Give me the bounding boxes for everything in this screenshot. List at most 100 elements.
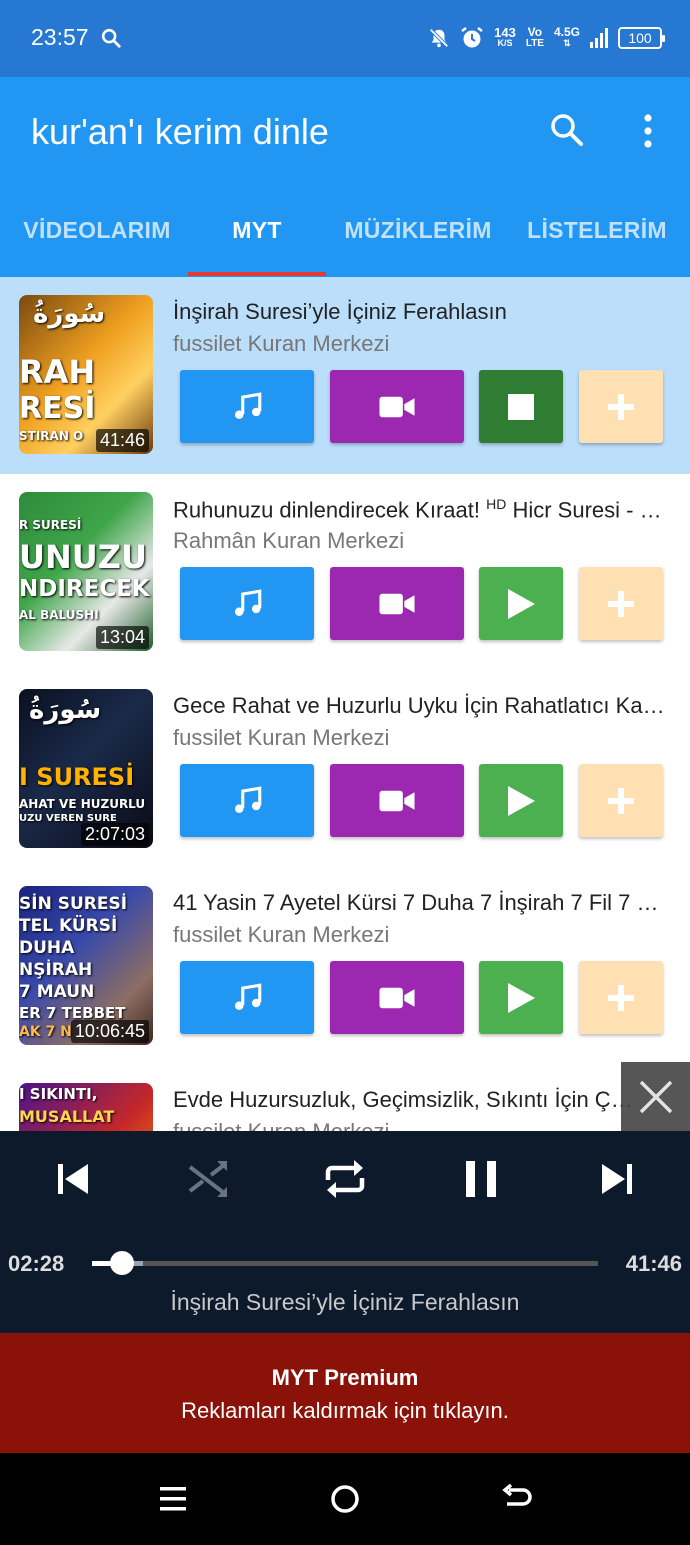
video-channel: fussilet Kuran Merkezi bbox=[173, 725, 390, 750]
close-player-button[interactable] bbox=[621, 1062, 690, 1131]
stop-icon bbox=[508, 393, 534, 420]
net-speed: 143 K/S bbox=[494, 25, 516, 48]
video-thumbnail[interactable]: سُورَةُ I SURESİ AHAT VE HUZURLU UZU VER… bbox=[19, 689, 153, 848]
search-icon[interactable] bbox=[548, 111, 584, 147]
video-title[interactable]: Gece Rahat ve Huzurlu Uyku İçin Rahatlat… bbox=[173, 693, 673, 719]
plus-icon bbox=[608, 984, 634, 1011]
plus-icon bbox=[608, 787, 634, 814]
play-audio-button[interactable] bbox=[180, 961, 314, 1034]
video-thumbnail[interactable]: SİN SURESİ TEL KÜRSİ DUHA NŞİRAH 7 MAUN … bbox=[19, 886, 153, 1045]
video-duration: 2:07:03 bbox=[80, 823, 149, 846]
next-button[interactable] bbox=[593, 1155, 641, 1203]
current-time: 02:28 bbox=[8, 1251, 65, 1276]
tab-bar: VİDEOLARIM MYT MÜZİKLERİM LİSTELERİM bbox=[0, 207, 690, 277]
previous-button[interactable] bbox=[49, 1155, 97, 1203]
app-title: kur'an'ı kerim dinle bbox=[31, 111, 329, 152]
pause-icon bbox=[466, 1161, 496, 1197]
now-playing-title: İnşirah Suresi’yle İçiniz Ferahlasın bbox=[170, 1289, 520, 1315]
add-to-list-button[interactable] bbox=[579, 370, 663, 443]
tab-listelerim[interactable]: LİSTELERİM bbox=[516, 207, 678, 277]
pause-button[interactable] bbox=[457, 1155, 505, 1203]
play-button[interactable] bbox=[479, 764, 563, 837]
volte-indicator: Vo LTE bbox=[525, 25, 544, 49]
videocam-icon bbox=[379, 593, 415, 614]
tab-videolarim[interactable]: VİDEOLARIM bbox=[14, 207, 180, 277]
video-channel: fussilet Kuran Merkezi bbox=[173, 922, 390, 947]
video-thumbnail[interactable]: R SURESİ UNUZU NDIRECEK AL BALUSHI 13:04 bbox=[19, 492, 153, 651]
plus-icon bbox=[608, 393, 634, 420]
premium-title: MYT Premium bbox=[271, 1365, 419, 1390]
video-title[interactable]: İnşirah Suresi’yle İçiniz Ferahlasın bbox=[173, 299, 673, 325]
video-title[interactable]: Evde Huzursuzluk, Geçimsizlik, Sıkıntı İ… bbox=[173, 1087, 643, 1113]
video-title[interactable]: Ruhunuzu dinlendirecek Kıraat! HD Hicr S… bbox=[173, 496, 673, 523]
play-icon bbox=[508, 982, 535, 1013]
videocam-icon bbox=[379, 790, 415, 811]
shuffle-button[interactable] bbox=[185, 1155, 233, 1203]
home-icon[interactable] bbox=[327, 1481, 363, 1517]
tab-indicator bbox=[188, 272, 326, 276]
list-item[interactable]: سُورَةُ I SURESİ AHAT VE HUZURLU UZU VER… bbox=[0, 671, 690, 868]
play-button[interactable] bbox=[479, 567, 563, 640]
video-duration: 41:46 bbox=[95, 429, 149, 452]
video-list[interactable]: سُورَةُ RAH RESİ STIRAN O 41:46 İnşirah … bbox=[0, 277, 690, 1132]
list-item[interactable]: R SURESİ UNUZU NDIRECEK AL BALUSHI 13:04… bbox=[0, 474, 690, 671]
list-item[interactable]: I SIKINTI, MUSALLAT Evde Huzursuzluk, Ge… bbox=[0, 1065, 690, 1132]
videocam-icon bbox=[379, 396, 415, 417]
previous-icon bbox=[58, 1164, 88, 1194]
mute-notification-icon bbox=[429, 28, 449, 48]
battery-icon: 100 bbox=[618, 27, 665, 49]
play-audio-button[interactable] bbox=[180, 567, 314, 640]
video-title[interactable]: 41 Yasin 7 Ayetel Kürsi 7 Duha 7 İnşirah… bbox=[173, 890, 673, 916]
seek-handle[interactable] bbox=[110, 1251, 135, 1275]
play-video-button[interactable] bbox=[330, 764, 464, 837]
shuffle-icon bbox=[188, 1161, 227, 1197]
add-to-list-button[interactable] bbox=[579, 764, 663, 837]
add-to-list-button[interactable] bbox=[579, 961, 663, 1034]
plus-icon bbox=[608, 590, 634, 617]
alarm-icon bbox=[461, 27, 483, 48]
music-note-icon bbox=[234, 391, 262, 419]
menu-icon[interactable] bbox=[155, 1481, 191, 1517]
more-options-icon[interactable] bbox=[640, 113, 656, 149]
music-note-icon bbox=[234, 785, 262, 813]
play-video-button[interactable] bbox=[330, 961, 464, 1034]
repeat-button[interactable] bbox=[321, 1155, 369, 1203]
video-channel: fussilet Kuran Merkezi bbox=[173, 331, 390, 356]
play-button[interactable] bbox=[479, 961, 563, 1034]
seek-bar[interactable] bbox=[92, 1251, 598, 1275]
videocam-icon bbox=[379, 987, 415, 1008]
play-video-button[interactable] bbox=[330, 567, 464, 640]
video-channel: Rahmân Kuran Merkezi bbox=[173, 528, 405, 553]
premium-banner[interactable]: MYT Premium Reklamları kaldırmak için tı… bbox=[0, 1333, 690, 1453]
video-thumbnail[interactable]: سُورَةُ RAH RESİ STIRAN O 41:46 bbox=[19, 295, 153, 454]
list-item[interactable]: سُورَةُ RAH RESİ STIRAN O 41:46 İnşirah … bbox=[0, 277, 690, 474]
play-audio-button[interactable] bbox=[180, 764, 314, 837]
signal-icon bbox=[590, 28, 608, 48]
play-audio-button[interactable] bbox=[180, 370, 314, 443]
music-note-icon bbox=[234, 982, 262, 1010]
status-bar: 23:57 143 K/S Vo LTE 4.5G ⇅ 100 bbox=[0, 0, 690, 77]
total-time: 41:46 bbox=[625, 1251, 682, 1276]
play-video-button[interactable] bbox=[330, 370, 464, 443]
play-icon bbox=[508, 785, 535, 816]
video-duration: 13:04 bbox=[95, 626, 149, 649]
play-icon bbox=[508, 588, 535, 619]
video-thumbnail[interactable]: I SIKINTI, MUSALLAT bbox=[19, 1083, 153, 1132]
repeat-icon bbox=[325, 1160, 365, 1198]
premium-subtitle: Reklamları kaldırmak için tıklayın. bbox=[181, 1398, 509, 1423]
back-icon[interactable] bbox=[499, 1481, 535, 1517]
list-item[interactable]: SİN SURESİ TEL KÜRSİ DUHA NŞİRAH 7 MAUN … bbox=[0, 868, 690, 1065]
add-to-list-button[interactable] bbox=[579, 567, 663, 640]
video-duration: 10:06:45 bbox=[70, 1020, 149, 1043]
search-icon bbox=[101, 28, 121, 48]
app-bar: kur'an'ı kerim dinle VİDEOLARIM MYT MÜZİ… bbox=[0, 77, 690, 277]
system-navigation-bar bbox=[0, 1453, 690, 1545]
close-icon bbox=[639, 1080, 672, 1113]
tab-myt[interactable]: MYT bbox=[188, 207, 326, 277]
network-type: 4.5G ⇅ bbox=[553, 25, 580, 48]
mini-player: 02:28 41:46 İnşirah Suresi’yle İçiniz Fe… bbox=[0, 1131, 690, 1333]
tab-muziklerim[interactable]: MÜZİKLERİM bbox=[335, 207, 501, 277]
music-note-icon bbox=[234, 588, 262, 616]
stop-button[interactable] bbox=[479, 370, 563, 443]
next-icon bbox=[602, 1164, 632, 1194]
